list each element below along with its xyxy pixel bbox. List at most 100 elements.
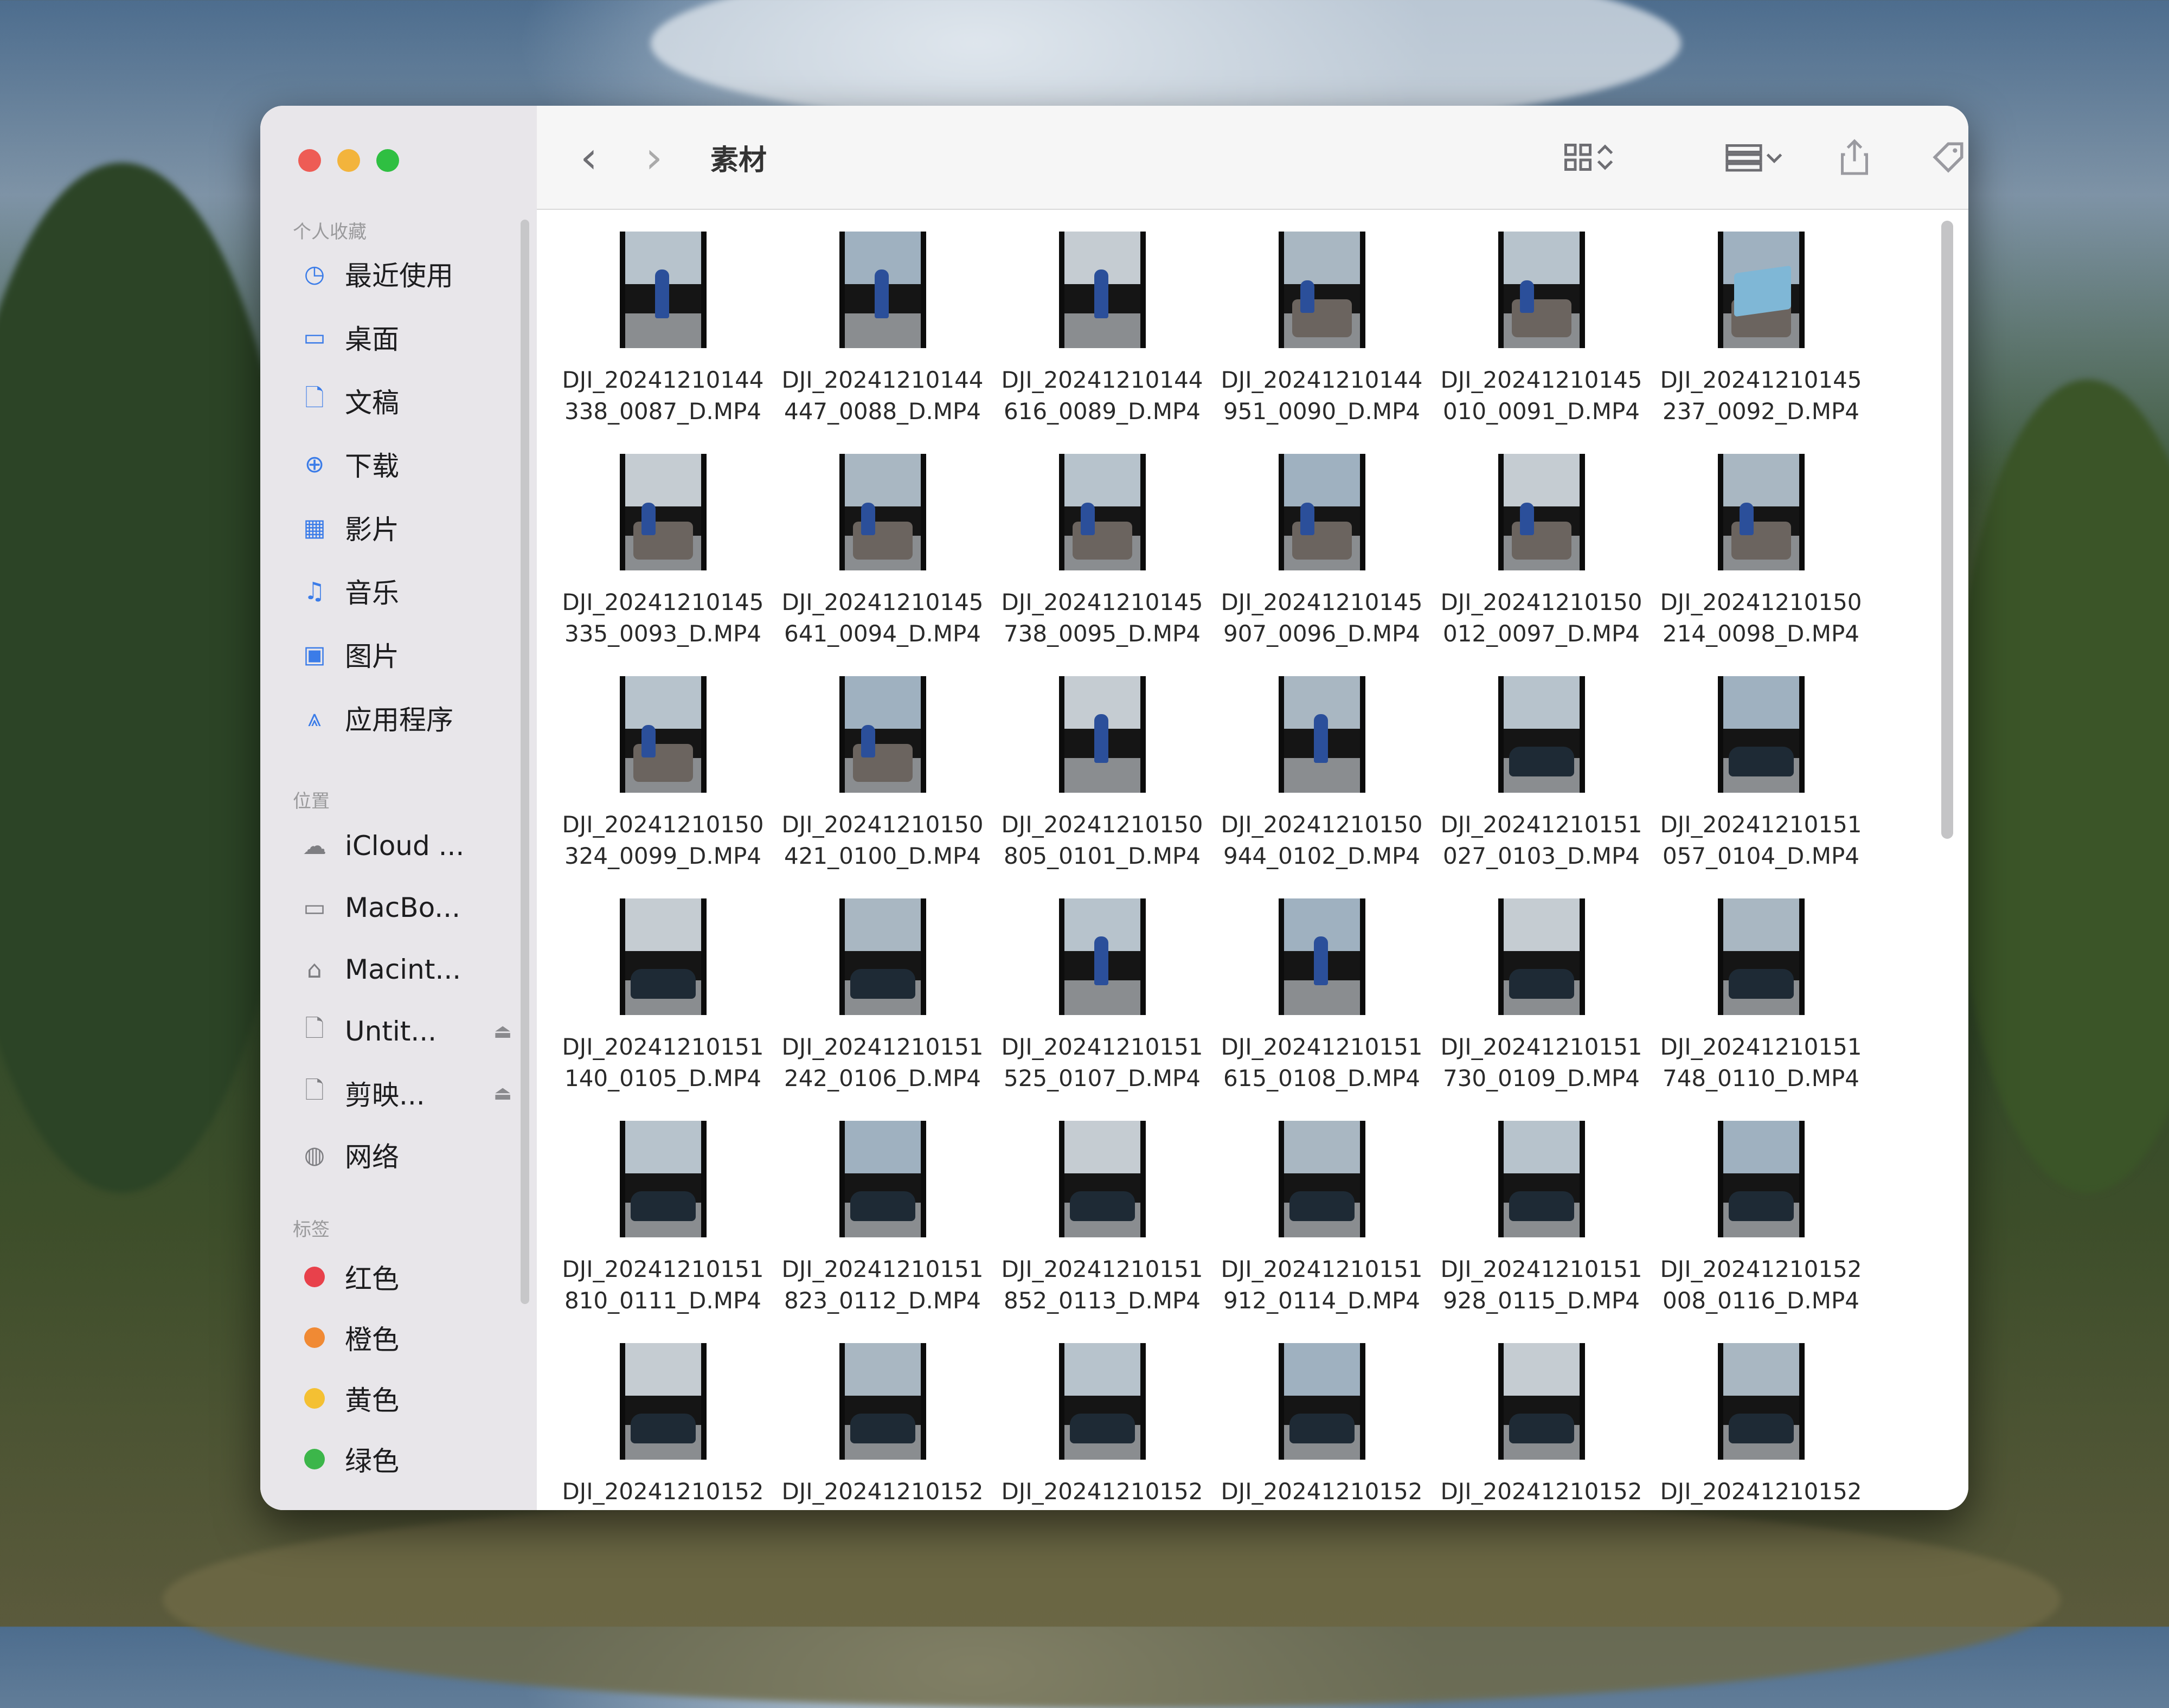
thumbnail-person — [1094, 269, 1108, 318]
file-item[interactable]: DJI_20241210151 823_0112_D.MP4 — [773, 1121, 992, 1343]
file-item[interactable]: DJI_20241210145 335_0093_D.MP4 — [553, 454, 773, 676]
grid-view-icon — [1564, 144, 1592, 171]
file-name-line2: 944_0102_D.MP4 — [1223, 843, 1421, 869]
file-item[interactable]: DJI_20241210145 641_0094_D.MP4 — [773, 454, 992, 676]
file-item[interactable]: DJI_20241210152 216_0121_D.MP4 — [1432, 1343, 1651, 1510]
video-thumbnail — [619, 1121, 707, 1237]
sidebar-tag[interactable]: 黄色 — [298, 1371, 521, 1426]
file-item[interactable]: DJI_20241210144 951_0090_D.MP4 — [1212, 232, 1432, 454]
eject-icon[interactable]: ⏏ — [493, 1020, 512, 1043]
file-item[interactable]: DJI_20241210151 748_0110_D.MP4 — [1651, 898, 1871, 1121]
zoom-button[interactable] — [376, 149, 399, 172]
file-item[interactable]: DJI_20241210150 012_0097_D.MP4 — [1432, 454, 1651, 676]
tag-dot-icon — [298, 1321, 331, 1354]
file-name: DJI_20241210151 140_0105_D.MP4 — [562, 1031, 763, 1094]
sidebar-item[interactable]: ♫ 音乐 — [298, 564, 521, 618]
file-name-line1: DJI_20241210145 — [1001, 589, 1203, 615]
file-item[interactable]: DJI_20241210150 944_0102_D.MP4 — [1212, 676, 1432, 898]
sidebar-item[interactable]: 🗋 文稿 — [298, 374, 521, 428]
content-scrollbar[interactable] — [1941, 221, 1953, 839]
file-item[interactable]: DJI_20241210144 616_0089_D.MP4 — [992, 232, 1212, 454]
file-name-line2: 951_0090_D.MP4 — [1223, 398, 1421, 425]
sidebar-item[interactable]: ⌂ Macint... — [298, 942, 521, 997]
sidebar-item[interactable]: ⊕ 下载 — [298, 437, 521, 491]
file-item[interactable]: DJI_20241210150 324_0099_D.MP4 — [553, 676, 773, 898]
file-item[interactable]: DJI_20241210152 028_0117_D.MP4 — [553, 1343, 773, 1510]
share-button[interactable] — [1838, 133, 1871, 182]
file-item[interactable]: DJI_20241210145 010_0091_D.MP4 — [1432, 232, 1651, 454]
video-thumbnail — [1498, 1121, 1585, 1237]
minimize-button[interactable] — [337, 149, 360, 172]
file-item[interactable]: DJI_20241210150 421_0100_D.MP4 — [773, 676, 992, 898]
file-item[interactable]: DJI_20241210152 102_0119_D.MP4 — [992, 1343, 1212, 1510]
file-name-line2: 012_0097_D.MP4 — [1442, 620, 1640, 647]
sidebar-item[interactable]: ▭ 桌面 — [298, 310, 521, 364]
video-thumbnail — [1498, 232, 1585, 348]
file-name-line1: DJI_20241210144 — [562, 367, 764, 393]
sidebar-item-label: MacBo... — [345, 892, 460, 923]
close-button[interactable] — [298, 149, 321, 172]
file-name: DJI_20241210150 324_0099_D.MP4 — [562, 809, 763, 872]
file-item[interactable]: DJI_20241210144 338_0087_D.MP4 — [553, 232, 773, 454]
file-item[interactable]: DJI_20241210152 044_0118_D.MP4 — [773, 1343, 992, 1510]
file-item[interactable]: DJI_20241210151 730_0109_D.MP4 — [1432, 898, 1651, 1121]
video-thumbnail — [1058, 898, 1146, 1015]
file-item[interactable]: DJI_20241210152 304_0122_D.MP4 — [1651, 1343, 1871, 1510]
video-thumbnail — [839, 1121, 926, 1237]
chevron-down-icon — [1766, 153, 1782, 164]
file-item[interactable]: DJI_20241210145 907_0096_D.MP4 — [1212, 454, 1432, 676]
file-name-line2: 140_0105_D.MP4 — [564, 1065, 762, 1091]
file-item[interactable]: DJI_20241210151 912_0114_D.MP4 — [1212, 1121, 1432, 1343]
sidebar-item[interactable]: 🗋 Untit... ⏏ — [298, 1004, 521, 1058]
eject-icon[interactable]: ⏏ — [493, 1082, 512, 1105]
file-name-line2: 730_0109_D.MP4 — [1442, 1065, 1640, 1091]
thumbnail-background — [1064, 1121, 1140, 1173]
sidebar-item[interactable]: ◷ 最近使用 — [298, 247, 521, 301]
sidebar-item[interactable]: ⩓ 应用程序 — [298, 691, 521, 745]
document-icon: 🗋 — [305, 384, 324, 412]
file-name-line2: 912_0114_D.MP4 — [1223, 1287, 1421, 1314]
sidebar-tag[interactable]: 红色 — [298, 1250, 521, 1304]
tag-button[interactable] — [1930, 133, 1966, 182]
file-name-line1: DJI_20241210151 — [1660, 1033, 1862, 1060]
file-name-line1: DJI_20241210145 — [562, 589, 764, 615]
file-item[interactable]: DJI_20241210151 057_0104_D.MP4 — [1651, 676, 1871, 898]
tag-dot-icon — [298, 1261, 331, 1293]
sidebar-item[interactable]: ☁ iCloud ... — [298, 819, 521, 873]
thumbnail-car — [1728, 1414, 1794, 1443]
file-item[interactable]: DJI_20241210145 738_0095_D.MP4 — [992, 454, 1212, 676]
file-item[interactable]: DJI_20241210151 852_0113_D.MP4 — [992, 1121, 1212, 1343]
file-name-line1: DJI_20241210151 — [781, 1256, 984, 1282]
thumbnail-background — [1284, 232, 1360, 284]
back-button[interactable]: ‹ — [580, 132, 598, 183]
file-item[interactable]: DJI_20241210151 140_0105_D.MP4 — [553, 898, 773, 1121]
sidebar-tag[interactable]: 橙色 — [298, 1311, 521, 1365]
file-item[interactable]: DJI_20241210152 139_0120_D.MP4 — [1212, 1343, 1432, 1510]
sidebar-item[interactable]: ◍ 网络 — [298, 1128, 521, 1182]
video-thumbnail — [1498, 676, 1585, 793]
sidebar-item[interactable]: 🗋 剪映... ⏏ — [298, 1066, 521, 1120]
file-item[interactable]: DJI_20241210150 214_0098_D.MP4 — [1651, 454, 1871, 676]
sidebar-scrollbar[interactable] — [521, 220, 529, 1304]
group-button[interactable] — [1724, 133, 1785, 182]
sidebar-item[interactable]: ▦ 影片 — [298, 500, 521, 555]
file-item[interactable]: DJI_20241210145 237_0092_D.MP4 — [1651, 232, 1871, 454]
file-item[interactable]: DJI_20241210150 805_0101_D.MP4 — [992, 676, 1212, 898]
file-item[interactable]: DJI_20241210144 447_0088_D.MP4 — [773, 232, 992, 454]
file-item[interactable]: DJI_20241210151 242_0106_D.MP4 — [773, 898, 992, 1121]
view-mode-button[interactable] — [1562, 133, 1616, 182]
file-item[interactable]: DJI_20241210151 525_0107_D.MP4 — [992, 898, 1212, 1121]
sidebar-item-label: 文稿 — [345, 387, 399, 419]
file-item[interactable]: DJI_20241210151 810_0111_D.MP4 — [553, 1121, 773, 1343]
sidebar-item[interactable]: ▭ MacBo... — [298, 881, 521, 935]
file-name-line1: DJI_20241210145 — [1221, 589, 1423, 615]
sidebar-item[interactable]: ▣ 图片 — [298, 627, 521, 682]
forward-button[interactable]: › — [645, 132, 663, 183]
file-item[interactable]: DJI_20241210152 008_0116_D.MP4 — [1651, 1121, 1871, 1343]
file-item[interactable]: DJI_20241210151 928_0115_D.MP4 — [1432, 1121, 1651, 1343]
file-item[interactable]: DJI_20241210151 027_0103_D.MP4 — [1432, 676, 1651, 898]
file-browser[interactable]: DJI_20241210144 338_0087_D.MP4 DJI_2024121… — [537, 210, 1968, 1510]
sidebar-tag[interactable]: 绿色 — [298, 1432, 521, 1486]
file-item[interactable]: DJI_20241210151 615_0108_D.MP4 — [1212, 898, 1432, 1121]
file-name: DJI_20241210151 823_0112_D.MP4 — [781, 1254, 983, 1317]
